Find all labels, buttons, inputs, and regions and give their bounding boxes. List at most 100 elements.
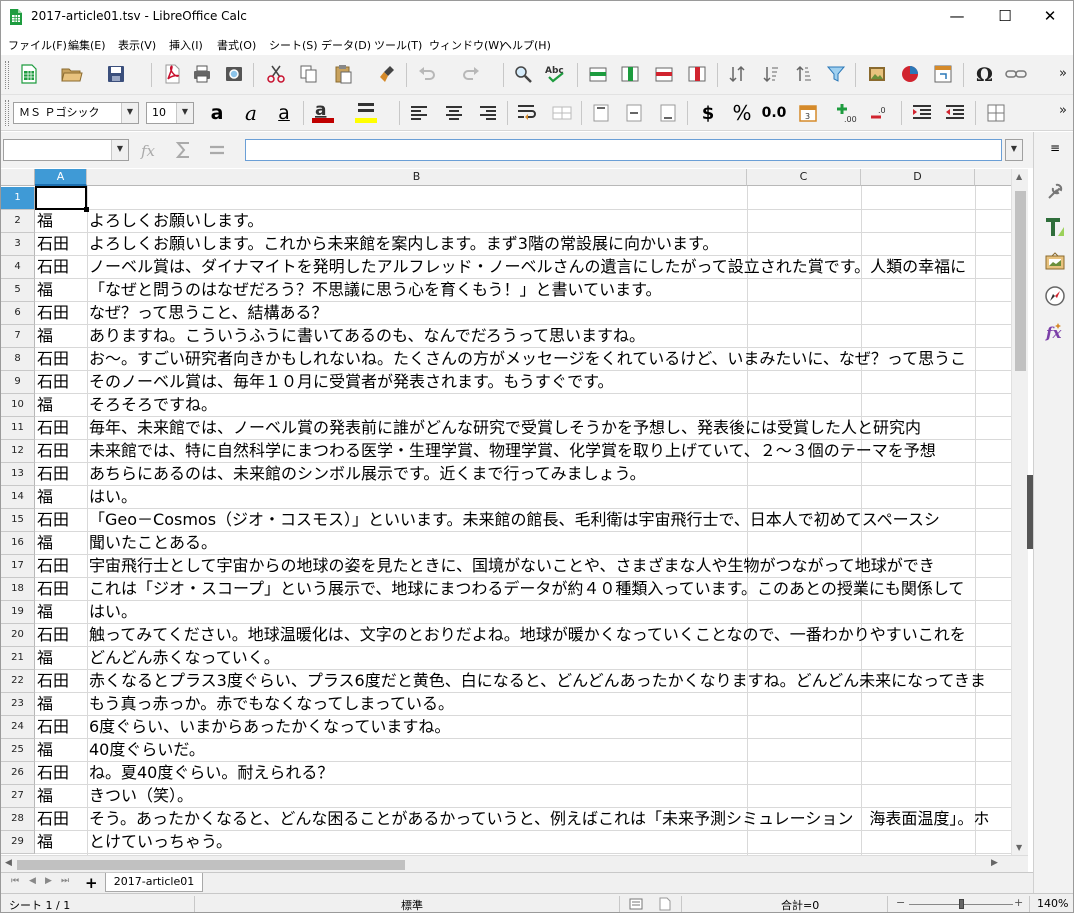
cell-speaker[interactable]: 石田 <box>35 509 87 532</box>
align-center-icon[interactable] <box>441 100 467 126</box>
wrap-text-icon[interactable] <box>514 100 540 126</box>
cell-utterance[interactable]: 未来館では、特に自然科学にまつわる医学・生理学賞、物理学賞、化学賞を取り上げてい… <box>87 440 1011 463</box>
cell-speaker[interactable]: 石田 <box>35 578 87 601</box>
zoom-out-icon[interactable]: − <box>896 896 905 909</box>
cell-speaker[interactable]: 石田 <box>35 348 87 371</box>
cell-speaker[interactable]: 福 <box>35 601 87 624</box>
menu-data[interactable]: データ(D) <box>321 37 371 53</box>
add-sheet-icon[interactable]: + <box>85 874 98 892</box>
horizontal-scrollbar[interactable]: ◀ ▶ <box>1 855 1028 872</box>
cell-utterance[interactable]: あちらにあるのは、未来館のシンボル展示です。近くまで行ってみましょう。 <box>87 463 1011 486</box>
toolbar-grip[interactable] <box>5 100 9 126</box>
row-header[interactable]: 28 <box>1 808 35 831</box>
prev-sheet-icon[interactable]: ◀ <box>29 876 36 886</box>
menu-help[interactable]: ヘルプ(H) <box>501 37 551 53</box>
scroll-right-icon[interactable]: ▶ <box>991 858 998 868</box>
row-header[interactable]: 1 <box>1 187 35 210</box>
sum-icon[interactable] <box>171 137 197 163</box>
cell-utterance[interactable]: 毎年、未来館では、ノーベル賞の発表前に誰がどんな研究で受賞しそうかを予想し、発表… <box>87 417 1011 440</box>
cell-speaker[interactable]: 石田 <box>35 371 87 394</box>
align-top-icon[interactable] <box>588 100 614 126</box>
insert-column-icon[interactable] <box>617 61 643 87</box>
row-header[interactable]: 10 <box>1 394 35 417</box>
cell-utterance[interactable]: 赤くなるとプラス3度ぐらい、プラス6度だと黄色、白になると、どんどんあったかくな… <box>87 670 1011 693</box>
column-header-a[interactable]: A <box>35 169 87 186</box>
spelling-icon[interactable]: Abc <box>543 61 569 87</box>
cell-speaker[interactable]: 石田 <box>35 463 87 486</box>
cell-utterance[interactable]: 宇宙飛行士として宇宙からの地球の姿を見たときに、国境がないことや、さまざまな人や… <box>87 555 1011 578</box>
row-header[interactable]: 14 <box>1 486 35 509</box>
column-header-b[interactable]: B <box>87 169 747 186</box>
row-header[interactable]: 24 <box>1 716 35 739</box>
cell-utterance[interactable]: もう真っ赤っか。赤でもなくなってしまっている。 <box>87 693 1011 716</box>
row-header[interactable]: 16 <box>1 532 35 555</box>
row-header[interactable]: 9 <box>1 371 35 394</box>
autofilter-icon[interactable] <box>823 61 849 87</box>
cell-utterance[interactable]: そろそろですね。 <box>87 394 1011 417</box>
menu-tools[interactable]: ツール(T) <box>374 37 422 53</box>
vertical-scrollbar[interactable]: ▲ ▼ <box>1011 169 1028 855</box>
cell-speaker[interactable]: 福 <box>35 739 87 762</box>
cell-speaker[interactable]: 福 <box>35 279 87 302</box>
align-right-icon[interactable] <box>475 100 501 126</box>
cell-utterance[interactable]: ノーベル賞は、ダイナマイトを発明したアルフレッド・ノーベルさんの遺言にしたがって… <box>87 256 1011 279</box>
cell-speaker[interactable]: 石田 <box>35 762 87 785</box>
find-replace-icon[interactable] <box>510 61 536 87</box>
fill-handle[interactable] <box>84 207 89 212</box>
cell-utterance[interactable]: とけていっちゃう。 <box>87 831 1011 854</box>
cell-utterance[interactable]: 6度ぐらい、いまからあったかくなっていますね。 <box>87 716 1011 739</box>
cell-speaker[interactable]: 石田 <box>35 716 87 739</box>
add-decimal-icon[interactable]: .00 <box>834 100 860 126</box>
delete-column-icon[interactable] <box>684 61 710 87</box>
export-pdf-icon[interactable] <box>159 61 185 87</box>
row-header[interactable]: 20 <box>1 624 35 647</box>
chevron-down-icon[interactable]: ▼ <box>176 103 193 123</box>
cell-utterance[interactable]: これは「ジオ・スコープ」という展示で、地球にまつわるデータが約４０種類入っていま… <box>87 578 1011 601</box>
row-header[interactable]: 4 <box>1 256 35 279</box>
redo-icon[interactable] <box>458 61 484 87</box>
cell-utterance[interactable]: 聞いたことある。 <box>87 532 1011 555</box>
bold-icon[interactable]: a <box>204 100 230 126</box>
zoom-slider-handle[interactable] <box>959 899 964 909</box>
date-format-icon[interactable]: 3 <box>795 100 821 126</box>
print-icon[interactable] <box>189 61 215 87</box>
font-size-box[interactable]: 10 ▼ <box>146 102 194 124</box>
clone-formatting-icon[interactable] <box>375 61 401 87</box>
cell-speaker[interactable]: 石田 <box>35 670 87 693</box>
row-header[interactable]: 7 <box>1 325 35 348</box>
row-header[interactable]: 5 <box>1 279 35 302</box>
merge-cells-icon[interactable] <box>549 100 575 126</box>
underline-icon[interactable]: a <box>271 100 297 126</box>
percent-format-icon[interactable]: % <box>729 100 755 126</box>
decrease-indent-icon[interactable] <box>942 100 968 126</box>
column-header-partial[interactable] <box>975 169 1011 186</box>
menu-insert[interactable]: 挿入(I) <box>169 37 203 53</box>
sheet-tab[interactable]: 2017-article01 <box>105 873 203 892</box>
cell-speaker[interactable]: 石田 <box>35 624 87 647</box>
sidebar-splitter[interactable] <box>1027 475 1033 549</box>
sort-icon[interactable] <box>724 61 750 87</box>
row-header[interactable]: 19 <box>1 601 35 624</box>
row-header[interactable]: 27 <box>1 785 35 808</box>
menu-edit[interactable]: 編集(E) <box>68 37 106 53</box>
menu-format[interactable]: 書式(O) <box>217 37 256 53</box>
cell-speaker[interactable]: 石田 <box>35 233 87 256</box>
align-bottom-icon[interactable] <box>655 100 681 126</box>
cell-speaker[interactable]: 福 <box>35 693 87 716</box>
cell-speaker[interactable]: 福 <box>35 486 87 509</box>
delete-row-icon[interactable] <box>651 61 677 87</box>
print-preview-icon[interactable] <box>221 61 247 87</box>
row-header[interactable]: 22 <box>1 670 35 693</box>
align-left-icon[interactable] <box>406 100 432 126</box>
close-button[interactable]: ✕ <box>1027 1 1073 31</box>
navigator-icon[interactable] <box>1042 283 1068 309</box>
zoom-in-icon[interactable]: + <box>1014 896 1023 909</box>
cell-utterance[interactable]: 触ってみてください。地球温暖化は、文字のとおりだよね。地球が暖かくなっていくこと… <box>87 624 1011 647</box>
cell-utterance[interactable]: なぜ？って思うこと、結構ある？ <box>87 302 1011 325</box>
cell-utterance[interactable] <box>87 187 1011 210</box>
cell-utterance[interactable]: どんどん赤くなっていく。 <box>87 647 1011 670</box>
row-header[interactable]: 25 <box>1 739 35 762</box>
insert-chart-icon[interactable] <box>897 61 923 87</box>
row-header[interactable]: 3 <box>1 233 35 256</box>
menu-view[interactable]: 表示(V) <box>118 37 156 53</box>
